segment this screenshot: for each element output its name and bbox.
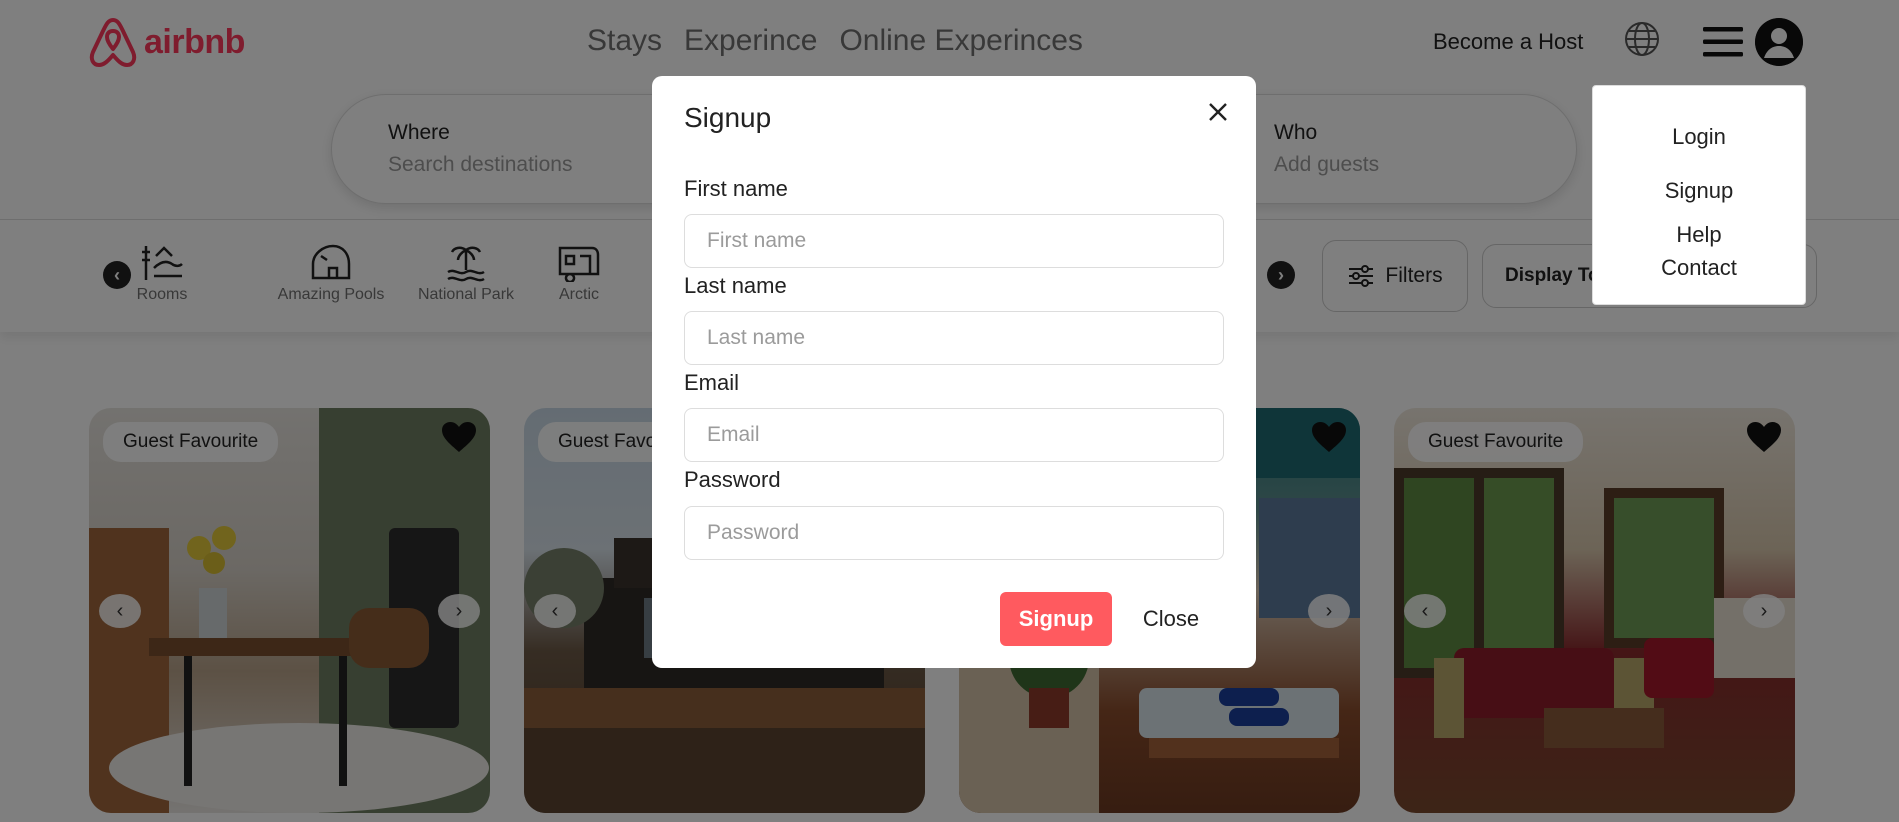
close-button[interactable]: Close bbox=[1126, 592, 1216, 646]
user-menu-dropdown: Login Signup Help Contact bbox=[1592, 85, 1806, 305]
menu-item-signup[interactable]: Signup bbox=[1593, 178, 1805, 204]
password-input[interactable] bbox=[684, 506, 1224, 560]
menu-item-help[interactable]: Help bbox=[1593, 222, 1805, 248]
signup-modal: Signup First name Last name Email Passwo… bbox=[652, 76, 1256, 668]
menu-item-contact[interactable]: Contact bbox=[1593, 255, 1805, 281]
last-name-input[interactable] bbox=[684, 311, 1224, 365]
menu-item-login[interactable]: Login bbox=[1593, 124, 1805, 150]
close-icon[interactable] bbox=[1202, 96, 1234, 128]
email-input[interactable] bbox=[684, 408, 1224, 462]
last-name-label: Last name bbox=[684, 273, 787, 298]
first-name-label: First name bbox=[684, 176, 788, 201]
first-name-input[interactable] bbox=[684, 214, 1224, 268]
email-label: Email bbox=[684, 370, 740, 395]
signup-submit-button[interactable]: Signup bbox=[1000, 592, 1112, 646]
modal-title: Signup bbox=[684, 102, 772, 133]
password-label: Password bbox=[684, 467, 781, 492]
